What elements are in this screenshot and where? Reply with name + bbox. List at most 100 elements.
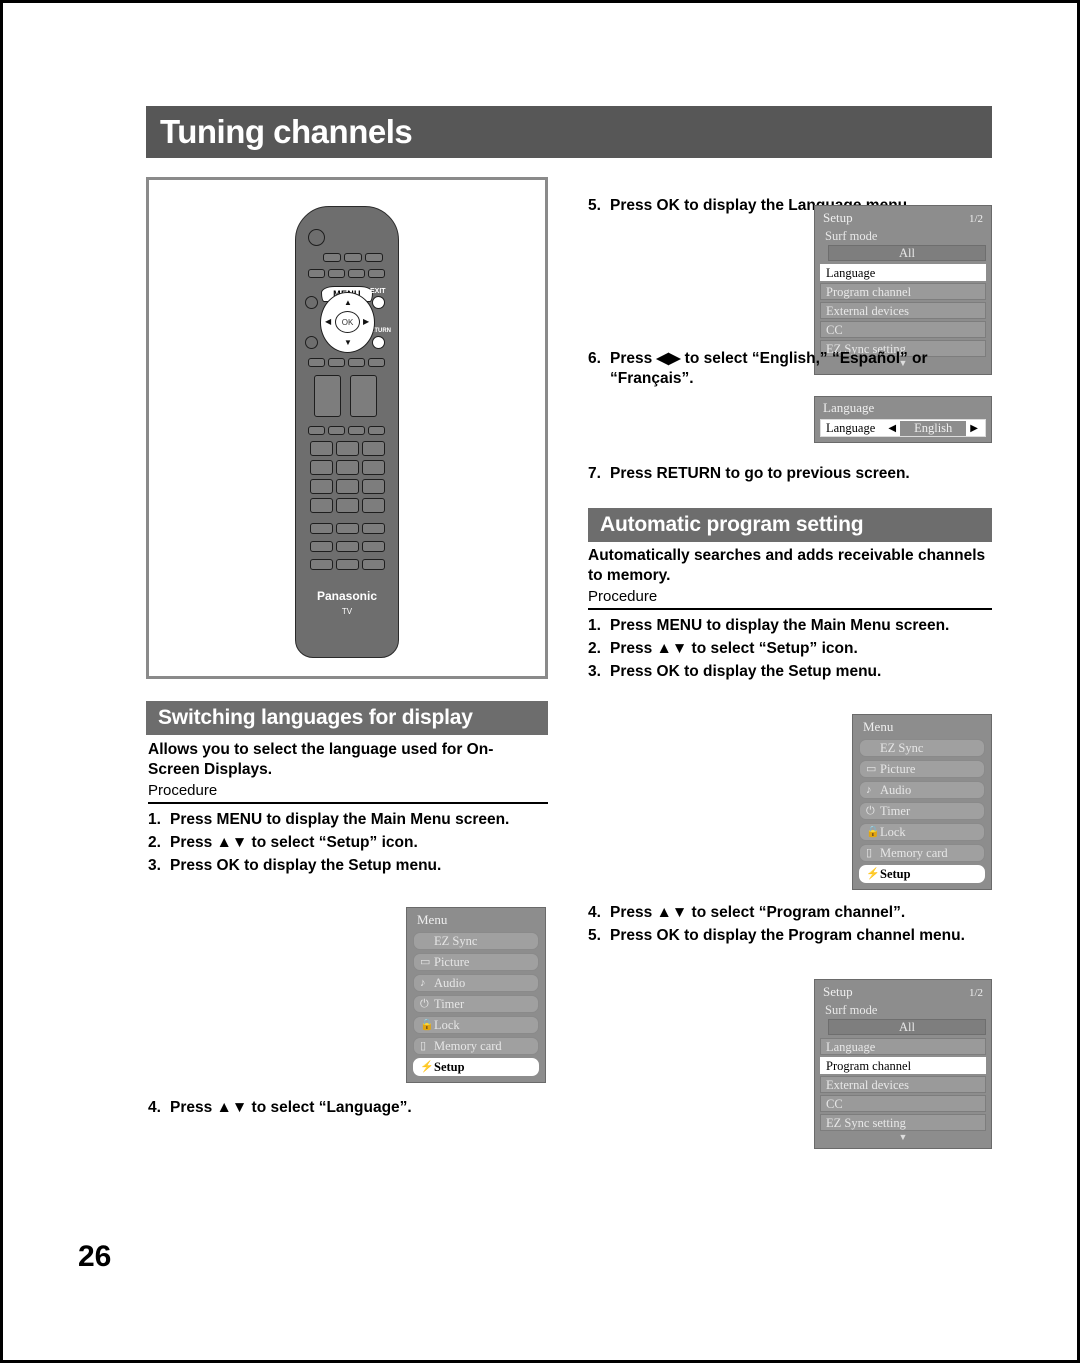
osd-language-panel: Language Language ◀ English ▶ — [814, 396, 992, 443]
osd-language-row-label: Language — [826, 420, 876, 435]
step-number: 3. — [588, 663, 601, 681]
osd-surf-mode-label: Surf mode — [825, 1003, 878, 1017]
osd-menu-item-lock[interactable]: 🔒 Lock — [859, 823, 985, 841]
section-description: Allows you to select the language used f… — [148, 741, 494, 778]
remote-button — [348, 426, 365, 435]
step-number: 3. — [148, 857, 161, 875]
osd-menu-item-timer[interactable]: ⏻ Timer — [413, 995, 539, 1013]
memory-card-icon: ▯ — [420, 1039, 427, 1052]
osd-menu-item-setup[interactable]: ⚡ Setup — [859, 865, 985, 883]
step-item: 2. Press ▲▼ to select “Setup” icon. — [588, 639, 988, 659]
osd-header: Setup 1/2 — [820, 209, 986, 229]
step-text: Press MENU to display the Main Menu scre… — [170, 811, 510, 828]
osd-row-program-channel[interactable]: Program channel — [820, 1057, 986, 1074]
osd-language-row[interactable]: Language ◀ English ▶ — [820, 419, 986, 437]
osd-menu-item-setup[interactable]: ⚡ Setup — [413, 1058, 539, 1076]
osd-row-cc[interactable]: CC — [820, 321, 986, 338]
automatic-program-steps2: 4. Press ▲▼ to select “Program channel”.… — [588, 903, 988, 949]
exit-button[interactable] — [372, 296, 385, 309]
section-banner-automatic-program: Automatic program setting — [588, 508, 992, 542]
keypad-button — [310, 460, 333, 475]
step-number: 1. — [588, 617, 601, 634]
ok-button[interactable]: OK — [335, 311, 360, 333]
osd-menu-item-timer[interactable]: ⏻ Timer — [859, 802, 985, 820]
remote-button — [336, 523, 359, 534]
picture-icon: ▭ — [420, 955, 431, 968]
osd-menu-item-picture[interactable]: ▭ Picture — [413, 953, 539, 971]
section-title: Switching languages for display — [158, 706, 473, 729]
remote-button — [310, 523, 333, 534]
procedure-rule — [588, 608, 992, 610]
osd-menu-item-label: Picture — [434, 954, 470, 969]
step-item: 5. Press OK to display the Program chann… — [588, 926, 988, 946]
osd-menu-item-label: Timer — [880, 803, 911, 818]
osd-surf-mode-value[interactable]: All — [828, 245, 986, 261]
osd-menu-item-memory-card[interactable]: ▯ Memory card — [859, 844, 985, 862]
osd-row-external-devices[interactable]: External devices — [820, 1076, 986, 1093]
keypad-button — [362, 460, 385, 475]
remote-button — [308, 269, 325, 278]
remote-button — [368, 358, 385, 367]
step-text: Press RETURN to go to previous screen. — [610, 465, 910, 482]
step-number: 2. — [588, 640, 601, 658]
remote-button — [362, 541, 385, 552]
step-item: 4. Press ▲▼ to select “Program channel”. — [588, 903, 988, 923]
dpad-down-icon[interactable]: ▼ — [344, 339, 352, 347]
osd-row-cc[interactable]: CC — [820, 1095, 986, 1112]
switching-languages-steps: 1. Press MENU to display the Main Menu s… — [148, 810, 546, 879]
step-number: 5. — [588, 197, 601, 214]
chapter-banner: Tuning channels — [146, 106, 992, 158]
osd-menu-item-lock[interactable]: 🔒 Lock — [413, 1016, 539, 1034]
osd-menu-item-picture[interactable]: ▭ Picture — [859, 760, 985, 778]
lock-icon: 🔒 — [420, 1018, 434, 1031]
left-arrow-icon[interactable]: ◀ — [884, 423, 900, 434]
audio-note-icon: ♪ — [866, 783, 872, 796]
remote-button — [328, 269, 345, 278]
scroll-down-icon[interactable]: ▼ — [820, 1133, 986, 1144]
right-arrow-icon[interactable]: ▶ — [966, 423, 982, 434]
osd-title: Setup — [823, 984, 853, 999]
procedure-label: Procedure — [148, 782, 218, 799]
osd-row-external-devices[interactable]: External devices — [820, 302, 986, 319]
keypad-button — [336, 498, 359, 513]
keypad-button — [310, 441, 333, 456]
osd-menu-item-audio[interactable]: ♪ Audio — [859, 781, 985, 799]
osd-row-ez-sync-setting[interactable]: EZ Sync setting — [820, 1114, 986, 1131]
step-item: 1. Press MENU to display the Main Menu s… — [588, 616, 988, 636]
remote-button — [310, 559, 333, 570]
remote-button — [362, 559, 385, 570]
osd-main-menu-left: Menu EZ Sync ▭ Picture ♪ Audio ⏻ Timer 🔒… — [406, 907, 546, 1083]
osd-surf-mode-value[interactable]: All — [828, 1019, 986, 1035]
osd-menu-item-label: Memory card — [880, 845, 948, 860]
audio-note-icon: ♪ — [420, 976, 426, 989]
osd-row-language[interactable]: Language — [820, 1038, 986, 1055]
remote-body: MENU EXIT RETURN ▲ ▼ ◀ ▶ OK — [295, 206, 399, 658]
keypad-button — [336, 441, 359, 456]
return-button[interactable] — [372, 336, 385, 349]
osd-language-title: Language — [823, 400, 875, 415]
osd-menu-item-ez-sync[interactable]: EZ Sync — [859, 739, 985, 757]
osd-menu-item-audio[interactable]: ♪ Audio — [413, 974, 539, 992]
osd-row-language[interactable]: Language — [820, 264, 986, 281]
dpad-left-icon[interactable]: ◀ — [325, 318, 331, 326]
remote-button — [365, 253, 383, 262]
osd-row-program-channel[interactable]: Program channel — [820, 283, 986, 300]
page-number: 26 — [78, 1240, 112, 1273]
dpad-up-icon[interactable]: ▲ — [344, 299, 352, 307]
dpad-right-icon[interactable]: ▶ — [363, 318, 369, 326]
step-item: 7. Press RETURN to go to previous screen… — [588, 464, 992, 484]
osd-setup-menu-program-channel: Setup 1/2 Surf mode All Language Program… — [814, 979, 992, 1149]
remote-button — [368, 426, 385, 435]
osd-language-value[interactable]: English — [900, 420, 967, 436]
remote-button — [328, 358, 345, 367]
timer-icon: ⏻ — [866, 804, 875, 817]
remote-button — [328, 426, 345, 435]
osd-menu-item-ez-sync[interactable]: EZ Sync — [413, 932, 539, 950]
osd-menu-item-memory-card[interactable]: ▯ Memory card — [413, 1037, 539, 1055]
osd-menu-title: Menu — [417, 912, 448, 927]
remote-button — [336, 541, 359, 552]
keypad-button — [362, 441, 385, 456]
remote-button — [348, 358, 365, 367]
exit-label: EXIT — [370, 288, 386, 295]
step-item: 1. Press MENU to display the Main Menu s… — [148, 810, 546, 830]
